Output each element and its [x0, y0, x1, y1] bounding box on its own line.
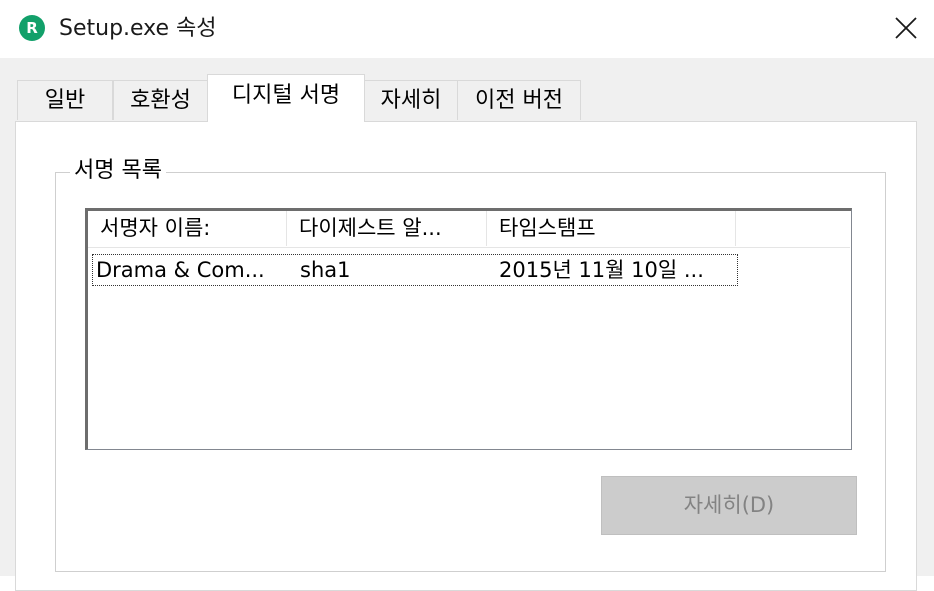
tab-digital-signatures[interactable]: 디지털 서명 [207, 74, 365, 122]
list-header: 서명자 이름: 다이제스트 알... 타임스탬프 [88, 211, 850, 248]
tab-details[interactable]: 자세히 [364, 80, 458, 120]
column-header-timestamp[interactable]: 타임스탬프 [487, 211, 736, 246]
column-header-signer-name[interactable]: 서명자 이름: [88, 211, 287, 246]
close-button[interactable] [878, 0, 934, 56]
signature-row[interactable]: Drama & Com... sha1 2015년 11월 10일 ... [92, 254, 738, 286]
window-title: Setup.exe 속성 [59, 16, 217, 41]
signature-list-group: 서명 목록 서명자 이름: 다이제스트 알... 타임스탬프 Drama & C… [55, 156, 886, 572]
tab-panel-digital-signatures: 서명 목록 서명자 이름: 다이제스트 알... 타임스탬프 Drama & C… [15, 121, 917, 591]
digest-algorithm-cell: sha1 [300, 258, 351, 282]
column-header-digest-algorithm[interactable]: 다이제스트 알... [287, 211, 487, 246]
title-bar: R Setup.exe 속성 [0, 0, 934, 58]
timestamp-cell: 2015년 11월 10일 ... [499, 258, 704, 282]
signer-name-cell: Drama & Com... [96, 258, 265, 282]
app-logo-icon: R [19, 15, 45, 41]
dialog-client-area: 일반 호환성 디지털 서명 자세히 이전 버전 서명 목록 서명자 이름: 다이… [0, 58, 934, 591]
tab-general[interactable]: 일반 [17, 80, 113, 120]
tab-compatibility[interactable]: 호환성 [113, 80, 208, 120]
close-icon [895, 17, 917, 39]
tab-previous-versions[interactable]: 이전 버전 [457, 80, 581, 120]
details-button[interactable]: 자세히(D) [601, 476, 857, 535]
signature-list[interactable]: 서명자 이름: 다이제스트 알... 타임스탬프 Drama & Com... … [85, 208, 852, 450]
group-label: 서명 목록 [70, 156, 166, 186]
